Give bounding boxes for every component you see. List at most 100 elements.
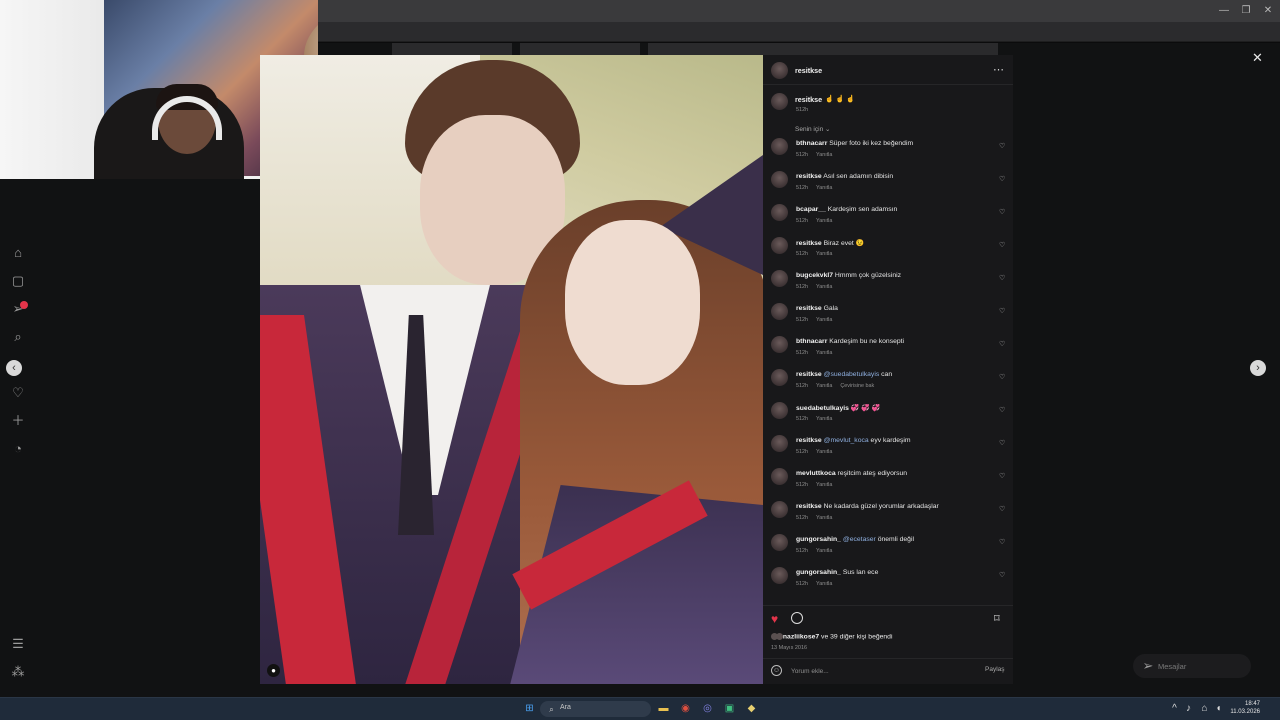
- comment-sort-dropdown[interactable]: Senin için ⌄: [795, 125, 830, 133]
- avatar[interactable]: [771, 93, 788, 110]
- reply-button[interactable]: Yanıtla: [816, 449, 832, 455]
- caption-author[interactable]: resitkse: [795, 95, 822, 104]
- create-plus-icon[interactable]: ＋: [10, 413, 26, 429]
- mention-link[interactable]: @suedabetulkayis: [824, 371, 880, 378]
- reels-icon[interactable]: ▢: [10, 273, 26, 289]
- avatar[interactable]: [771, 303, 788, 320]
- post-photo[interactable]: ●: [260, 55, 763, 684]
- reply-button[interactable]: Yanıtla: [816, 482, 832, 488]
- more-options-icon[interactable]: ⋯: [993, 63, 1004, 76]
- search-icon[interactable]: ⌕: [10, 329, 26, 345]
- reply-button[interactable]: Yanıtla: [816, 317, 832, 323]
- messenger-icon[interactable]: ➢: [1140, 658, 1156, 674]
- comment-username[interactable]: resitkse: [796, 371, 822, 378]
- comment-username[interactable]: mevluttkoca: [796, 470, 836, 477]
- discord-icon[interactable]: ◎: [701, 702, 714, 715]
- likes-user[interactable]: nazliikose7: [783, 633, 819, 640]
- like-comment-heart-icon[interactable]: ♡: [999, 373, 1005, 381]
- avatar[interactable]: [771, 138, 788, 155]
- reply-button[interactable]: Yanıtla: [816, 581, 832, 587]
- network-icon[interactable]: ⌂: [1198, 702, 1211, 715]
- translate-button[interactable]: Çevirisine bak: [840, 383, 874, 389]
- emoji-icon[interactable]: ☺: [771, 665, 782, 676]
- microphone-icon[interactable]: ♪: [1182, 702, 1195, 715]
- like-comment-heart-icon[interactable]: ♡: [999, 208, 1005, 216]
- hamburger-menu-icon[interactable]: ☰: [10, 636, 26, 652]
- reply-button[interactable]: Yanıtla: [816, 383, 832, 389]
- like-comment-heart-icon[interactable]: ♡: [999, 571, 1005, 579]
- minimize-icon[interactable]: —: [1212, 0, 1236, 22]
- mention-link[interactable]: @ecetaser: [843, 536, 876, 543]
- app-icon[interactable]: ▣: [723, 702, 736, 715]
- taskbar-clock[interactable]: 18:47 11.03.2026: [1228, 700, 1260, 716]
- comment-username[interactable]: suedabetulkayis: [796, 405, 849, 412]
- reply-button[interactable]: Yanıtla: [816, 152, 832, 158]
- comment-username[interactable]: bthnacarr: [796, 140, 827, 147]
- like-comment-heart-icon[interactable]: ♡: [999, 274, 1005, 282]
- like-comment-heart-icon[interactable]: ♡: [999, 142, 1005, 150]
- windows-start-icon[interactable]: ⊞: [523, 702, 536, 715]
- like-comment-heart-icon[interactable]: ♡: [999, 340, 1005, 348]
- reply-button[interactable]: Yanıtla: [816, 251, 832, 257]
- avatar[interactable]: [771, 204, 788, 221]
- comment-username[interactable]: resitkse: [796, 240, 822, 247]
- avatar[interactable]: [771, 171, 788, 188]
- comment-icon[interactable]: [791, 612, 803, 624]
- reply-button[interactable]: Yanıtla: [816, 548, 832, 554]
- likes-rest[interactable]: ve 39 diğer kişi beğendi: [819, 633, 892, 640]
- avatar[interactable]: [771, 336, 788, 353]
- threads-icon[interactable]: ⁂: [10, 664, 26, 680]
- comment-username[interactable]: resitkse: [796, 305, 822, 312]
- avatar[interactable]: [771, 402, 788, 419]
- avatar[interactable]: [771, 501, 788, 518]
- liked-heart-icon[interactable]: ♥: [771, 612, 778, 626]
- close-icon[interactable]: ✕: [1252, 50, 1263, 66]
- previous-post-button[interactable]: ‹: [6, 360, 22, 376]
- comment-username[interactable]: bugcekvkl7: [796, 272, 833, 279]
- like-comment-heart-icon[interactable]: ♡: [999, 175, 1005, 183]
- reply-button[interactable]: Yanıtla: [816, 185, 832, 191]
- tray-chevron-icon[interactable]: ^: [1168, 702, 1181, 715]
- author-username[interactable]: resitkse: [795, 66, 822, 75]
- comment-username[interactable]: gungorsahin_: [796, 569, 841, 576]
- taskbar-search[interactable]: ⌕ Ara: [540, 701, 651, 717]
- chrome-icon[interactable]: ◉: [679, 702, 692, 715]
- comment-username[interactable]: resitkse: [796, 503, 822, 510]
- like-comment-heart-icon[interactable]: ♡: [999, 241, 1005, 249]
- avatar[interactable]: [771, 468, 788, 485]
- reply-button[interactable]: Yanıtla: [816, 416, 832, 422]
- comment-username[interactable]: resitkse: [796, 173, 822, 180]
- avatar[interactable]: [771, 435, 788, 452]
- like-comment-heart-icon[interactable]: ♡: [999, 439, 1005, 447]
- user-tag-icon[interactable]: ●: [267, 664, 280, 677]
- likes-summary[interactable]: nazliikose7 ve 39 diğer kişi beğendi: [771, 633, 892, 640]
- volume-icon[interactable]: ◖: [1212, 702, 1225, 715]
- add-comment-input[interactable]: [791, 665, 961, 677]
- avatar[interactable]: [771, 270, 788, 287]
- heart-icon[interactable]: ♡: [10, 385, 26, 401]
- share-button[interactable]: Paylaş: [985, 666, 1005, 673]
- reply-button[interactable]: Yanıtla: [816, 515, 832, 521]
- comment-username[interactable]: resitkse: [796, 437, 822, 444]
- app-icon[interactable]: ◆: [745, 702, 758, 715]
- like-comment-heart-icon[interactable]: ♡: [999, 505, 1005, 513]
- comment-username[interactable]: bcapar__: [796, 206, 826, 213]
- like-comment-heart-icon[interactable]: ♡: [999, 307, 1005, 315]
- restore-icon[interactable]: ❐: [1234, 0, 1258, 22]
- file-explorer-icon[interactable]: ▬: [657, 702, 670, 715]
- mention-link[interactable]: @mevlut_koca: [824, 437, 869, 444]
- like-comment-heart-icon[interactable]: ♡: [999, 406, 1005, 414]
- comment-username[interactable]: gungorsahin_: [796, 536, 841, 543]
- reply-button[interactable]: Yanıtla: [816, 284, 832, 290]
- close-window-icon[interactable]: ✕: [1256, 0, 1280, 22]
- bookmark-icon[interactable]: ⌑: [994, 612, 1000, 625]
- profile-avatar-icon[interactable]: ◔: [10, 441, 26, 457]
- avatar[interactable]: [771, 567, 788, 584]
- avatar[interactable]: [771, 62, 788, 79]
- avatar[interactable]: [771, 237, 788, 254]
- home-icon[interactable]: ⌂: [10, 245, 26, 261]
- reply-button[interactable]: Yanıtla: [816, 218, 832, 224]
- avatar[interactable]: [771, 534, 788, 551]
- reply-button[interactable]: Yanıtla: [816, 350, 832, 356]
- messages-label[interactable]: Mesajlar: [1158, 662, 1186, 671]
